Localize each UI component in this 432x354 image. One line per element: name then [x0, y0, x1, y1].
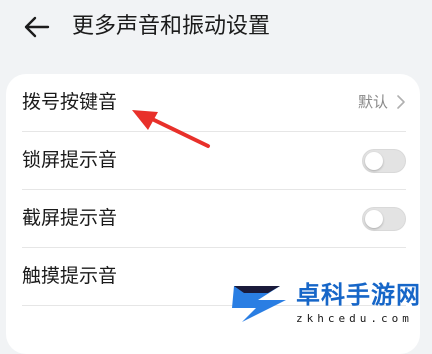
screenshot-sound-label: 截屏提示音: [22, 207, 118, 229]
dial-tone-label: 拨号按键音: [22, 91, 118, 113]
arrow-left-icon[interactable]: [20, 10, 54, 44]
lock-sound-toggle[interactable]: [362, 149, 406, 173]
watermark-text: 卓科手游网: [296, 281, 421, 309]
watermark-url: zkhcedu.com: [296, 312, 413, 325]
lock-sound-label: 锁屏提示音: [22, 149, 118, 171]
screenshot-sound-row: 截屏提示音: [6, 190, 420, 248]
screenshot-sound-toggle[interactable]: [362, 207, 406, 231]
dial-tone-value: 默认: [357, 93, 388, 111]
top-bar: 更多声音和振动设置: [0, 0, 432, 60]
touch-sound-label: 触摸提示音: [22, 265, 118, 287]
page-title: 更多声音和振动设置: [72, 14, 271, 39]
lock-sound-row: 锁屏提示音: [6, 132, 420, 190]
toggle-knob: [365, 210, 383, 228]
dial-tone-row[interactable]: 拨号按键音 默认: [6, 74, 420, 132]
chevron-right-icon: [397, 95, 405, 109]
watermark-logo-icon: [232, 286, 286, 322]
watermark: 卓科手游网 zkhcedu.com: [226, 276, 432, 333]
toggle-knob: [365, 152, 383, 170]
red-arrow-annotation: [132, 110, 210, 148]
